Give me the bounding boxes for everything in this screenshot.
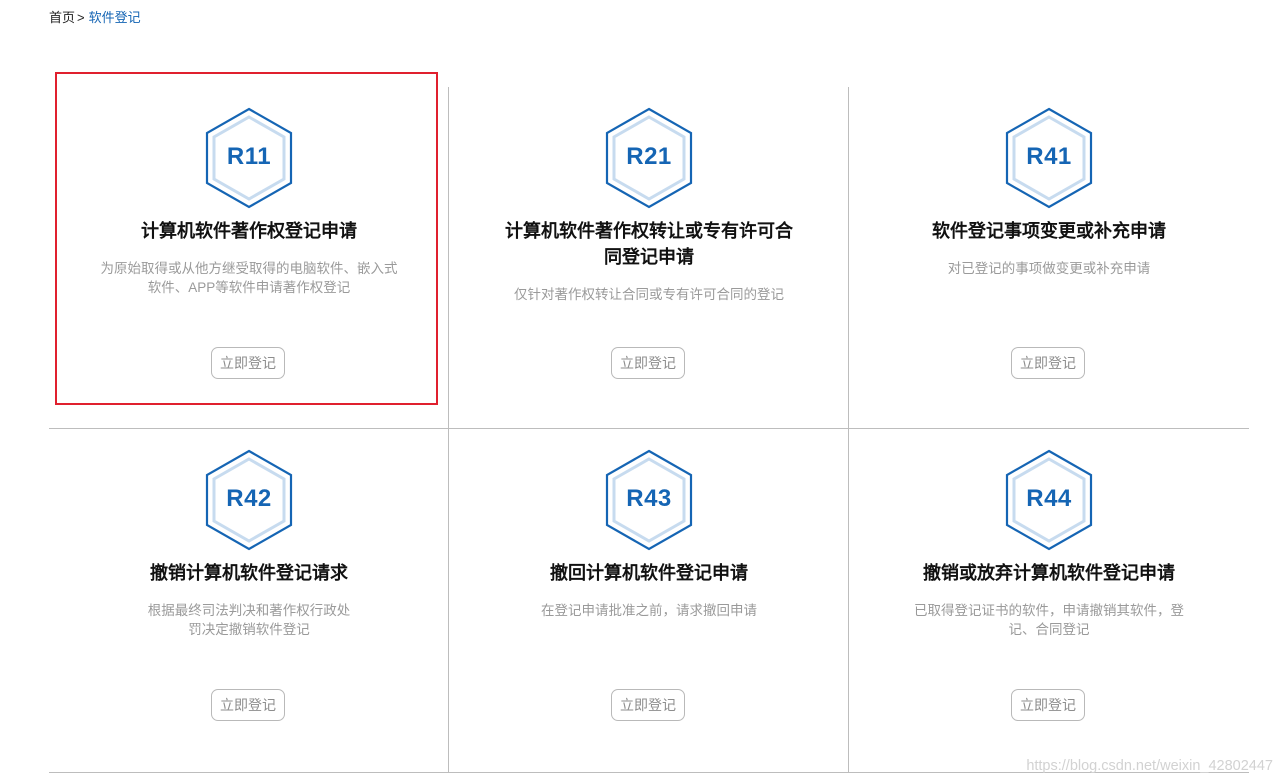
card-description: 已取得登记证书的软件，申请撤销其软件，登记、合同登记 bbox=[914, 603, 1184, 637]
watermark: https://blog.csdn.net/weixin_42802447 bbox=[1026, 758, 1273, 774]
breadcrumb-home-link[interactable]: 首页 bbox=[49, 10, 75, 25]
register-now-button[interactable]: 立即登记 bbox=[211, 347, 285, 379]
card-title: 软件登记事项变更或补充申请 bbox=[932, 221, 1166, 241]
card-code: R11 bbox=[226, 143, 272, 170]
register-now-button[interactable]: 立即登记 bbox=[1011, 689, 1085, 721]
card-title: 撤回计算机软件登记申请 bbox=[550, 563, 748, 583]
hexagon-badge-icon: R41 bbox=[1003, 107, 1095, 209]
card-r42: R42 撤销计算机软件登记请求 根据最终司法判决和著作权行政处罚决定撤销软件登记… bbox=[49, 429, 449, 771]
card-title: 撤销或放弃计算机软件登记申请 bbox=[923, 563, 1175, 583]
card-code: R41 bbox=[1026, 143, 1072, 170]
hexagon-badge-icon: R21 bbox=[603, 107, 695, 209]
hexagon-badge-icon: R43 bbox=[603, 449, 695, 551]
breadcrumb-separator: > bbox=[77, 10, 85, 25]
card-description: 仅针对著作权转让合同或专有许可合同的登记 bbox=[514, 287, 784, 302]
card-r11: R11 计算机软件著作权登记申请 为原始取得或从他方继受取得的电脑软件、嵌入式软… bbox=[49, 87, 449, 429]
card-description: 为原始取得或从他方继受取得的电脑软件、嵌入式软件、APP等软件申请著作权登记 bbox=[100, 261, 398, 295]
card-r21: R21 计算机软件著作权转让或专有许可合同登记申请 仅针对著作权转让合同或专有许… bbox=[449, 87, 849, 429]
card-title: 计算机软件著作权登记申请 bbox=[141, 221, 357, 241]
card-r44: R44 撤销或放弃计算机软件登记申请 已取得登记证书的软件，申请撤销其软件，登记… bbox=[849, 429, 1249, 771]
card-description: 根据最终司法判决和著作权行政处罚决定撤销软件登记 bbox=[147, 603, 351, 637]
breadcrumb: 首页 > 软件登记 bbox=[49, 9, 141, 27]
hexagon-badge-icon: R11 bbox=[203, 107, 295, 209]
breadcrumb-current[interactable]: 软件登记 bbox=[89, 10, 141, 25]
hexagon-badge-icon: R42 bbox=[203, 449, 295, 551]
card-title: 撤销计算机软件登记请求 bbox=[150, 563, 348, 583]
card-r43: R43 撤回计算机软件登记申请 在登记申请批准之前，请求撤回申请 立即登记 bbox=[449, 429, 849, 771]
card-code: R21 bbox=[626, 143, 672, 170]
card-description: 对已登记的事项做变更或补充申请 bbox=[947, 261, 1151, 276]
register-now-button[interactable]: 立即登记 bbox=[1011, 347, 1085, 379]
card-r41: R41 软件登记事项变更或补充申请 对已登记的事项做变更或补充申请 立即登记 bbox=[849, 87, 1249, 429]
register-now-button[interactable]: 立即登记 bbox=[611, 347, 685, 379]
card-code: R42 bbox=[226, 485, 272, 512]
card-title: 计算机软件著作权转让或专有许可合同登记申请 bbox=[505, 221, 793, 267]
hexagon-badge-icon: R44 bbox=[1003, 449, 1095, 551]
card-code: R44 bbox=[1026, 485, 1072, 512]
card-description: 在登记申请批准之前，请求撤回申请 bbox=[541, 603, 757, 618]
register-now-button[interactable]: 立即登记 bbox=[211, 689, 285, 721]
card-code: R43 bbox=[626, 485, 672, 512]
registration-type-grid: R11 计算机软件著作权登记申请 为原始取得或从他方继受取得的电脑软件、嵌入式软… bbox=[49, 87, 1249, 773]
register-now-button[interactable]: 立即登记 bbox=[611, 689, 685, 721]
